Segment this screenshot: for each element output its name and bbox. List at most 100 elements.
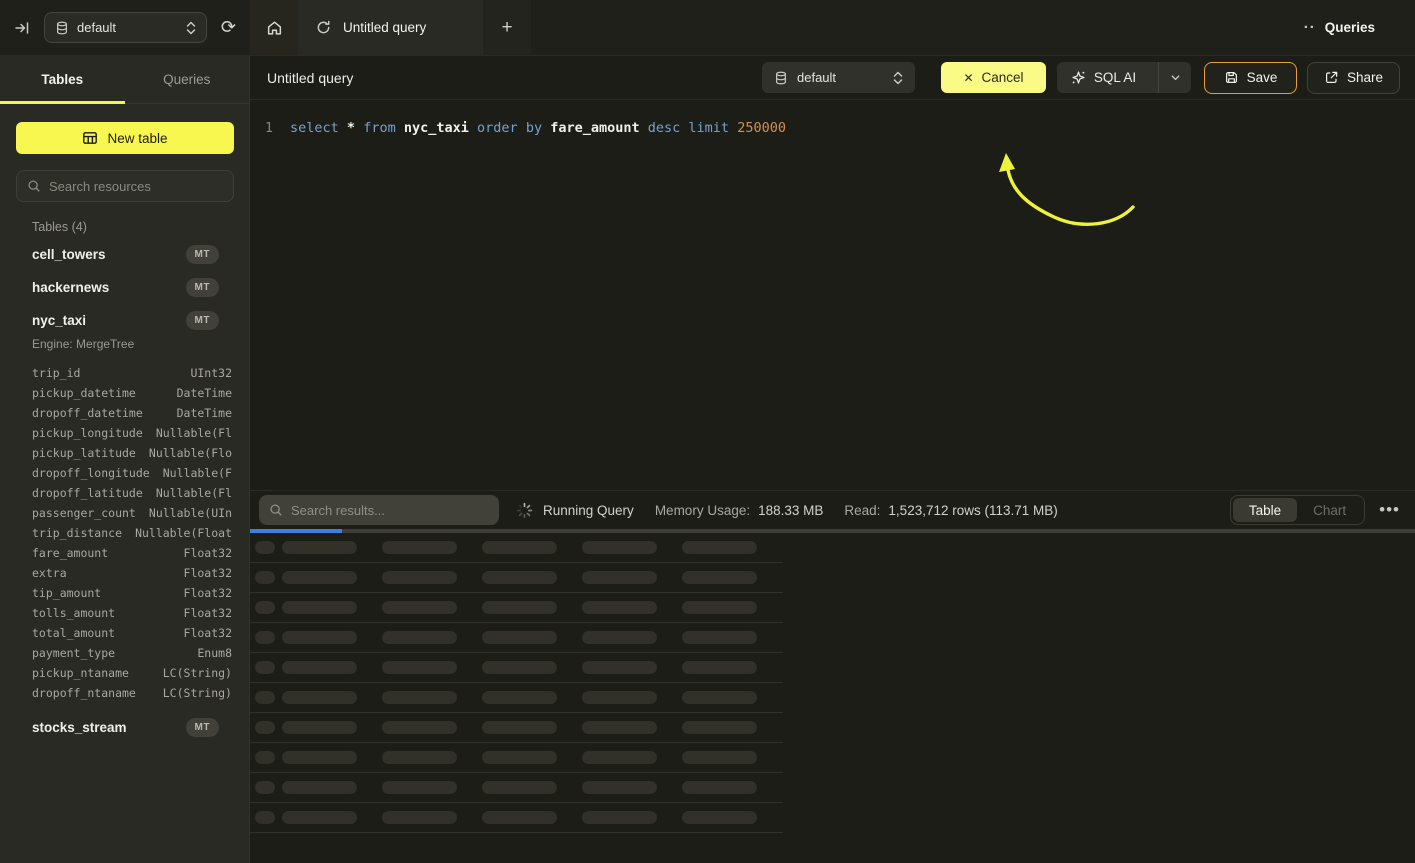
new-table-button[interactable]: New table xyxy=(16,122,234,154)
column-name: passenger_count xyxy=(32,506,136,520)
queries-link[interactable]: Queries xyxy=(1325,20,1375,35)
cancel-button[interactable]: ✕ Cancel xyxy=(941,62,1046,93)
skeleton-cell xyxy=(582,691,657,704)
skeleton-cell xyxy=(482,571,557,584)
share-button[interactable]: Share xyxy=(1307,62,1400,94)
sql-token: desc xyxy=(648,120,681,136)
sql-token: by xyxy=(526,120,542,136)
skeleton-row xyxy=(250,563,783,593)
skeleton-row xyxy=(250,773,783,803)
sql-editor[interactable]: 1 select * from nyc_taxi order by fare_a… xyxy=(250,100,1415,490)
column-row: trip_idUInt32 xyxy=(32,363,233,383)
sql-token: 250000 xyxy=(737,120,786,136)
query-database-selector[interactable]: default xyxy=(762,62,915,93)
skeleton-cell xyxy=(282,721,357,734)
sql-token xyxy=(469,120,477,136)
column-row: passenger_countNullable(UIn xyxy=(32,503,233,523)
column-row: dropoff_longitudeNullable(F xyxy=(32,463,233,483)
sidebar-tab-tables[interactable]: Tables xyxy=(0,56,125,103)
skeleton-cell xyxy=(255,721,275,734)
sql-token: * xyxy=(347,120,355,136)
table-name: hackernews xyxy=(32,280,109,295)
skeleton-cell xyxy=(282,691,357,704)
skeleton-cell xyxy=(682,631,757,644)
skeleton-cell xyxy=(282,631,357,644)
query-title: Untitled query xyxy=(267,70,353,86)
skeleton-cell xyxy=(482,691,557,704)
column-type: Float32 xyxy=(184,566,232,580)
skeleton-cell xyxy=(382,541,457,554)
collapse-sidebar-icon[interactable] xyxy=(14,20,30,36)
skeleton-cell xyxy=(582,751,657,764)
sql-token xyxy=(542,120,550,136)
skeleton-cell xyxy=(382,721,457,734)
sql-ai-button[interactable]: SQL AI xyxy=(1057,62,1191,93)
skeleton-row xyxy=(250,533,783,563)
column-type: Float32 xyxy=(184,546,232,560)
column-type: Nullable(Fl xyxy=(156,426,232,440)
sql-token: from xyxy=(363,120,396,136)
results-toolbar: Running Query Memory Usage: 188.33 MB Re… xyxy=(250,490,1415,529)
search-resources-input[interactable] xyxy=(49,179,225,194)
home-icon xyxy=(266,19,283,36)
sql-ai-main[interactable]: SQL AI xyxy=(1057,62,1150,93)
view-toggle-chart[interactable]: Chart xyxy=(1297,498,1362,522)
sql-token: select xyxy=(290,120,339,136)
database-selector-value: default xyxy=(77,20,178,35)
skeleton-cell xyxy=(682,691,757,704)
skeleton-cell xyxy=(255,571,275,584)
view-toggle-table[interactable]: Table xyxy=(1233,498,1297,522)
table-row-hackernews[interactable]: hackernews MT xyxy=(16,271,233,304)
column-type: Nullable(Fl xyxy=(156,486,232,500)
table-name: cell_towers xyxy=(32,247,106,262)
close-icon: ✕ xyxy=(963,71,973,85)
engine-label: Engine: MergeTree xyxy=(16,337,233,351)
skeleton-cell xyxy=(282,811,357,824)
sql-token: fare_amount xyxy=(550,120,639,136)
save-button[interactable]: Save xyxy=(1204,62,1297,94)
column-row: tip_amountFloat32 xyxy=(32,583,233,603)
table-row-stocks_stream[interactable]: stocks_streamMT xyxy=(16,711,233,744)
refresh-icon[interactable]: ⟳ xyxy=(221,17,236,38)
column-type: LC(String) xyxy=(163,666,232,680)
tab-untitled-query[interactable]: Untitled query xyxy=(298,0,483,55)
skeleton-cell xyxy=(282,541,357,554)
table-row-nyc_taxi[interactable]: nyc_taxiMT xyxy=(16,304,233,337)
tab-home[interactable] xyxy=(250,0,298,55)
search-results-input[interactable] xyxy=(291,503,489,518)
engine-badge: MT xyxy=(186,278,219,297)
skeleton-cell xyxy=(682,811,757,824)
skeleton-cell xyxy=(482,751,557,764)
sidebar-search[interactable] xyxy=(16,170,234,202)
skeleton-cell xyxy=(382,751,457,764)
save-icon xyxy=(1224,70,1239,85)
skeleton-cell xyxy=(282,571,357,584)
skeleton-cell xyxy=(582,781,657,794)
database-icon xyxy=(774,71,788,85)
skeleton-cell xyxy=(682,541,757,554)
skeleton-cell xyxy=(382,781,457,794)
column-row: extraFloat32 xyxy=(32,563,233,583)
sql-ai-dropdown[interactable] xyxy=(1158,62,1191,93)
column-type: Nullable(Float xyxy=(135,526,232,540)
skeleton-cell xyxy=(282,661,357,674)
more-options-icon[interactable]: ••• xyxy=(1379,500,1400,520)
sql-token xyxy=(355,120,363,136)
read-value: 1,523,712 rows (113.71 MB) xyxy=(888,503,1057,518)
skeleton-cell xyxy=(682,571,757,584)
skeleton-cell xyxy=(582,631,657,644)
sidebar-tab-queries[interactable]: Queries xyxy=(125,56,250,103)
skeleton-cell xyxy=(582,571,657,584)
column-row: pickup_longitudeNullable(Fl xyxy=(32,423,233,443)
sql-token: limit xyxy=(688,120,729,136)
skeleton-cell xyxy=(382,691,457,704)
new-tab-button[interactable]: + xyxy=(483,0,531,55)
database-selector[interactable]: default xyxy=(44,12,207,43)
memory-usage-value: 188.33 MB xyxy=(758,503,823,518)
skeleton-cell xyxy=(255,781,275,794)
table-row-cell_towers[interactable]: cell_towersMT xyxy=(16,238,233,271)
topbar: default ⟳ Untitled query + ·· xyxy=(0,0,1415,56)
column-name: total_amount xyxy=(32,626,115,640)
column-type: Float32 xyxy=(184,586,232,600)
results-search[interactable] xyxy=(259,495,499,525)
